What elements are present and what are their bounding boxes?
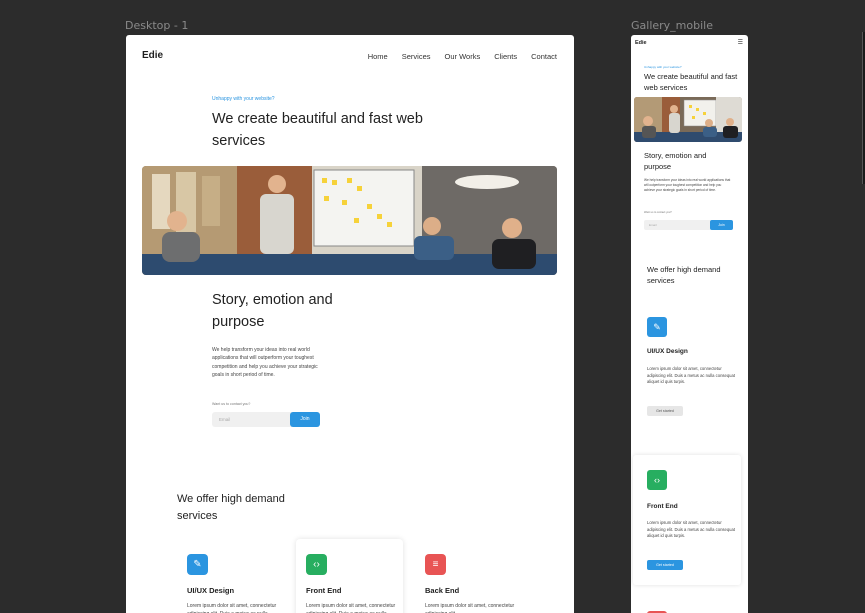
nav-services[interactable]: Services bbox=[402, 52, 431, 61]
service-card-uiux[interactable]: ✎ UI/UX Design Lorem ipsum dolor sit ame… bbox=[177, 539, 284, 613]
code-icon: ‹› bbox=[306, 554, 327, 575]
team-meeting-photo bbox=[634, 97, 742, 142]
pencil-icon: ✎ bbox=[187, 554, 208, 575]
service-card-backend[interactable]: ≡ bbox=[633, 605, 741, 613]
service-title: Back End bbox=[425, 586, 460, 595]
nav-contact[interactable]: Contact bbox=[531, 52, 557, 61]
hero-image bbox=[634, 97, 742, 142]
join-button[interactable]: Join bbox=[710, 220, 733, 230]
service-title: UI/UX Design bbox=[647, 348, 688, 355]
services-heading: We offer high demand services bbox=[647, 265, 721, 285]
service-card-frontend[interactable]: ‹› Front End Lorem ipsum dolor sit amet,… bbox=[633, 455, 741, 585]
service-title: Front End bbox=[306, 586, 342, 595]
service-desc: Lorem ipsum dolor sit amet, connectetur … bbox=[647, 520, 735, 538]
email-input[interactable]: Email bbox=[212, 412, 292, 427]
story-heading: Story, emotion and purpose bbox=[212, 292, 333, 330]
list-icon: ≡ bbox=[425, 554, 446, 575]
service-title: Front End bbox=[647, 503, 678, 510]
service-desc: Lorem ipsum dolor sit amet, connectetur … bbox=[425, 603, 515, 613]
hero-eyebrow: Unhappy with your website? bbox=[212, 96, 275, 102]
story-text: We help transform your ideas into real w… bbox=[644, 178, 731, 192]
hero-eyebrow: Unhappy with your website? bbox=[644, 65, 682, 69]
story-text: We help transform your ideas into real w… bbox=[212, 347, 318, 378]
nav-bar: Home Services Our Works Clients Contact bbox=[368, 52, 557, 61]
services-heading: We offer high demand services bbox=[177, 493, 285, 522]
story-heading: Story, emotion and purpose bbox=[644, 151, 707, 171]
desktop-frame[interactable]: Edie Home Services Our Works Clients Con… bbox=[126, 35, 574, 613]
service-title: UI/UX Design bbox=[187, 586, 235, 595]
frame-label-mobile[interactable]: Gallery_mobile bbox=[631, 19, 713, 32]
service-card-backend[interactable]: ≡ Back End Lorem ipsum dolor sit amet, c… bbox=[415, 539, 522, 613]
pencil-icon: ✎ bbox=[647, 317, 667, 337]
nav-clients[interactable]: Clients bbox=[494, 52, 517, 61]
hero-headline: We create beautiful and fast web service… bbox=[212, 111, 423, 149]
mobile-frame[interactable]: Edie ☰ Unhappy with your website? We cre… bbox=[631, 35, 748, 613]
email-input[interactable]: Email bbox=[644, 220, 714, 230]
service-card-uiux[interactable]: ✎ UI/UX Design Lorem ipsum dolor sit ame… bbox=[633, 305, 741, 445]
get-started-button[interactable]: Get started bbox=[647, 560, 683, 570]
join-button[interactable]: Join bbox=[290, 412, 320, 427]
logo[interactable]: Edie bbox=[142, 50, 163, 61]
hamburger-menu-icon[interactable]: ☰ bbox=[738, 39, 743, 46]
get-started-button[interactable]: Get started bbox=[647, 406, 683, 416]
service-desc: Lorem ipsum dolor sit amet, connectetur … bbox=[187, 603, 277, 613]
service-desc: Lorem ipsum dolor sit amet, connectetur … bbox=[647, 366, 735, 384]
nav-home[interactable]: Home bbox=[368, 52, 388, 61]
logo[interactable]: Edie bbox=[635, 40, 647, 46]
hero-headline: We create beautiful and fast web service… bbox=[644, 72, 738, 92]
contact-label: Want us to contact you? bbox=[212, 402, 251, 406]
code-icon: ‹› bbox=[647, 470, 667, 490]
nav-our-works[interactable]: Our Works bbox=[445, 52, 481, 61]
hero-image bbox=[142, 166, 557, 275]
frame-label-desktop[interactable]: Desktop - 1 bbox=[125, 19, 188, 32]
service-desc: Lorem ipsum dolor sit amet, connectetur … bbox=[306, 603, 396, 613]
team-meeting-photo bbox=[142, 166, 557, 275]
contact-label: Want us to contact you? bbox=[644, 211, 672, 214]
service-card-frontend[interactable]: ‹› Front End Lorem ipsum dolor sit amet,… bbox=[296, 539, 403, 613]
